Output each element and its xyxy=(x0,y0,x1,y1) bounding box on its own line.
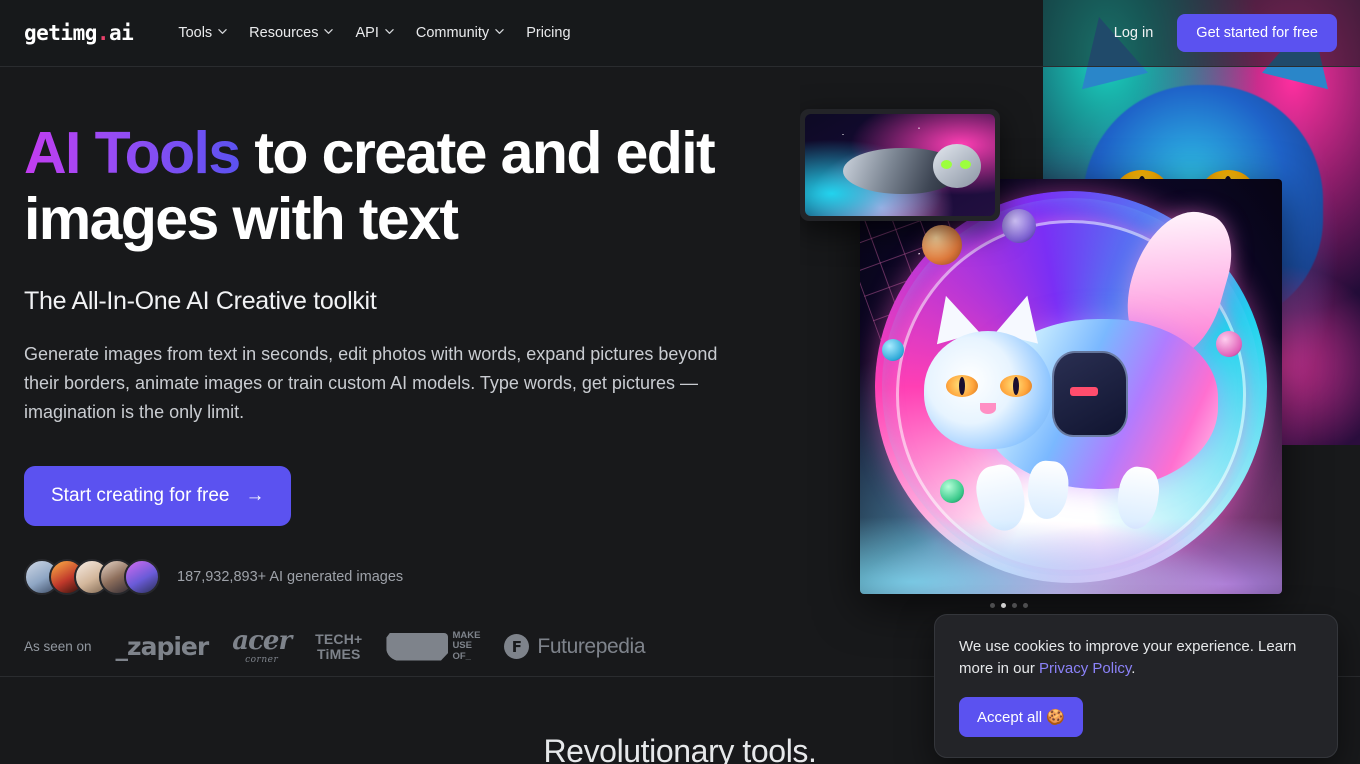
cat-spacesuit xyxy=(1052,351,1128,437)
hero-image-main-space-cat[interactable] xyxy=(860,179,1282,594)
hero-copy: AI Tools to create and edit images with … xyxy=(24,120,764,595)
nav-item-pricing[interactable]: Pricing xyxy=(515,17,581,49)
thumbnail-cat-eye-left xyxy=(941,160,952,169)
logo-tech-times-line2: TiMES xyxy=(317,645,361,662)
cookie-consent-banner: We use cookies to improve your experienc… xyxy=(934,614,1338,759)
carousel-dot-1[interactable] xyxy=(990,603,995,608)
hero-subheading: The All-In-One AI Creative toolkit xyxy=(24,287,377,316)
nav-item-label: API xyxy=(355,25,379,41)
logo-text: getimg xyxy=(24,21,97,45)
avatar-group xyxy=(24,558,160,595)
start-creating-button[interactable]: Start creating for free → xyxy=(24,465,292,526)
nav-item-api[interactable]: API xyxy=(344,17,404,49)
thumbnail-cat-head xyxy=(933,144,981,188)
generated-images-count: 187,932,893+ AI generated images xyxy=(177,568,404,585)
cat-nose xyxy=(980,403,996,414)
log-in-link[interactable]: Log in xyxy=(1100,17,1168,49)
chevron-down-icon xyxy=(385,27,394,36)
makeuseof-wordmark: MAKE USE OF_ xyxy=(452,630,480,663)
logo-futurepedia-text: Futurepedia xyxy=(537,634,646,658)
top-navigation-bar: getimg.ai Tools Resources API Community … xyxy=(0,0,1360,67)
as-seen-on-bar: As seen on _zapier acer corner TECH+ TiM… xyxy=(24,628,669,665)
logo-tech-times: TECH+ TiMES xyxy=(315,632,362,661)
arrow-right-icon: → xyxy=(245,484,265,506)
logo-zapier: _zapier xyxy=(115,632,210,661)
planet-cyan xyxy=(882,339,904,361)
planet-orange xyxy=(922,225,962,265)
start-creating-label: Start creating for free xyxy=(51,484,230,506)
chevron-down-icon xyxy=(324,27,334,36)
as-seen-on-label: As seen on xyxy=(24,639,92,654)
planet-purple xyxy=(1002,209,1036,243)
hero-artwork xyxy=(800,0,1360,676)
hero-description: Generate images from text in seconds, ed… xyxy=(24,344,718,423)
logo-futurepedia: F Futurepedia xyxy=(504,634,646,659)
carousel-dot-4[interactable] xyxy=(1023,603,1028,608)
logo-acer-corner: acer corner xyxy=(232,626,292,665)
logo-muo-l3: OF_ xyxy=(452,650,471,662)
logo-zapier-text: _zapier xyxy=(115,632,210,661)
logo-makeuseof: MAKE USE OF_ xyxy=(386,630,480,663)
headline-highlight: AI Tools xyxy=(24,120,241,186)
hero-image-thumbnail-card[interactable] xyxy=(800,109,1000,221)
nav-item-tools[interactable]: Tools xyxy=(167,17,238,49)
nav-item-resources[interactable]: Resources xyxy=(238,17,344,49)
carousel-dot-3[interactable] xyxy=(1012,603,1017,608)
privacy-policy-link[interactable]: Privacy Policy xyxy=(1039,660,1131,677)
nav-item-community[interactable]: Community xyxy=(405,17,515,49)
logo-dot: . xyxy=(96,21,110,45)
chevron-down-icon xyxy=(218,27,227,36)
cat-eye-left xyxy=(946,375,978,397)
cookie-text-after: . xyxy=(1131,660,1136,678)
chevron-down-icon xyxy=(495,27,504,36)
logo-acer-sub: corner xyxy=(245,655,279,665)
logo-suffix: ai xyxy=(109,21,134,45)
nav-item-label: Tools xyxy=(178,25,213,41)
nav-item-label: Community xyxy=(415,25,490,41)
nebula-clouds xyxy=(860,498,1282,594)
carousel-dot-2[interactable] xyxy=(1001,603,1006,608)
nav-item-label: Pricing xyxy=(526,25,571,41)
accept-all-cookies-button[interactable]: Accept all 🍪 xyxy=(959,697,1083,738)
logo-tech-times-line1: TECH+ xyxy=(315,630,363,647)
nav-item-label: Resources xyxy=(249,25,319,41)
carousel-dots xyxy=(990,603,1028,608)
cookie-message: We use cookies to improve your experienc… xyxy=(959,636,1313,680)
thumbnail-inner xyxy=(805,114,995,216)
logo-getimg-ai[interactable]: getimg.ai xyxy=(24,21,134,45)
nav-links: Tools Resources API Community Pricing xyxy=(167,17,581,49)
futurepedia-mark-icon: F xyxy=(504,634,530,659)
page-title: AI Tools to create and edit images with … xyxy=(24,120,764,252)
cat-eye-right xyxy=(1000,375,1032,397)
planet-pink xyxy=(1216,331,1242,357)
avatar xyxy=(124,558,160,595)
thumbnail-cat-eye-right xyxy=(960,160,971,169)
logo-acer-main: acer xyxy=(232,626,292,656)
cat-head xyxy=(924,331,1052,449)
social-proof: 187,932,893+ AI generated images xyxy=(24,558,764,595)
makeuseof-shape-icon xyxy=(386,632,449,661)
get-started-button[interactable]: Get started for free xyxy=(1177,14,1337,52)
nav-actions: Log in Get started for free xyxy=(1100,14,1337,52)
